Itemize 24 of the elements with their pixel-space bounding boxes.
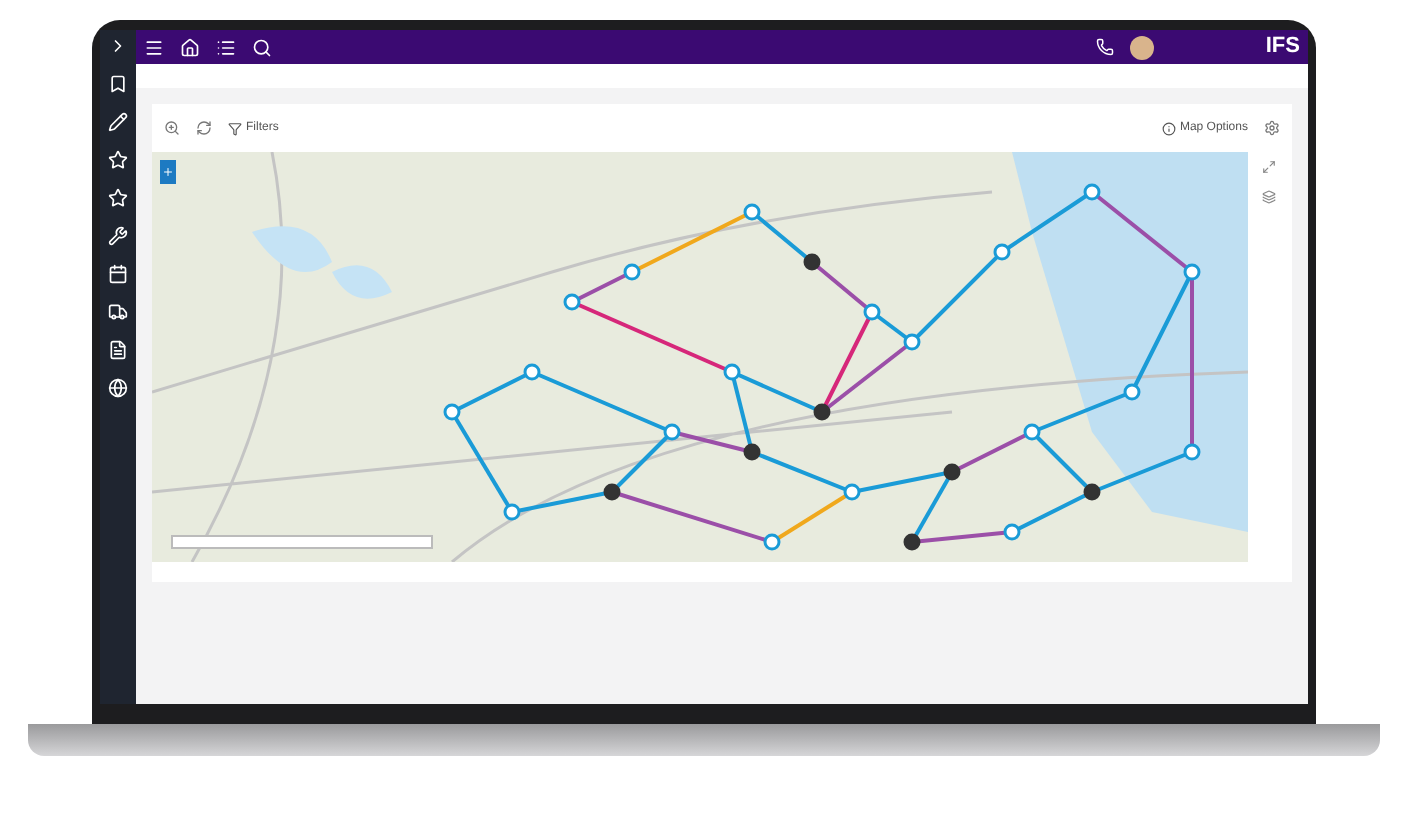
list-icon[interactable]: [216, 37, 236, 57]
wrench-icon[interactable]: [108, 226, 128, 246]
zoom-icon[interactable]: [164, 120, 180, 136]
logo: IFS: [1265, 32, 1300, 63]
info-icon: [1161, 121, 1176, 135]
truck-icon[interactable]: [108, 302, 128, 322]
layers-icon[interactable]: [1261, 190, 1275, 204]
home-icon[interactable]: [180, 37, 200, 57]
star-icon[interactable]: [108, 150, 128, 170]
menu-icon[interactable]: [144, 37, 164, 57]
filter-icon: [228, 121, 242, 135]
fullscreen-icon[interactable]: [1261, 160, 1275, 174]
globe-icon[interactable]: [108, 378, 128, 398]
bookmark-icon[interactable]: [108, 74, 128, 94]
star-icon[interactable]: [108, 188, 128, 208]
avatar[interactable]: [1129, 35, 1154, 59]
search-icon[interactable]: [252, 37, 272, 57]
calendar-icon[interactable]: [108, 264, 128, 284]
settings-icon[interactable]: [1264, 120, 1280, 136]
pencil-icon[interactable]: [108, 112, 128, 132]
document-icon[interactable]: [108, 340, 128, 360]
phone-icon[interactable]: [1095, 38, 1114, 56]
refresh-icon[interactable]: [196, 120, 212, 136]
plus-icon: [162, 166, 174, 178]
